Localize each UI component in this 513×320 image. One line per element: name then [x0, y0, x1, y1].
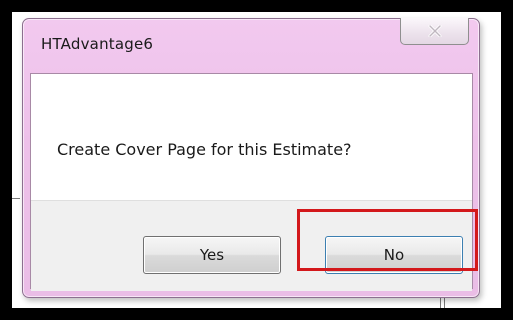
- close-x-icon: [428, 22, 442, 41]
- dialog-message: Create Cover Page for this Estimate?: [57, 140, 352, 159]
- dialog-title: HTAdvantage6: [41, 35, 154, 53]
- background-divider: [12, 198, 20, 199]
- close-button[interactable]: [400, 18, 469, 45]
- highlight-box: [297, 209, 478, 271]
- yes-button[interactable]: Yes: [143, 236, 281, 274]
